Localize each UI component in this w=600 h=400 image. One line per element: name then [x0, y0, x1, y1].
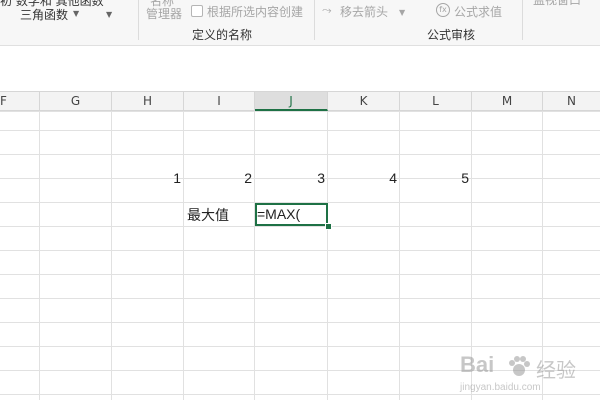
group-separator — [138, 0, 139, 40]
grid-line — [0, 274, 600, 275]
fx-icon: fx — [436, 3, 450, 17]
cell-formula-input[interactable]: =MAX( — [257, 203, 300, 226]
remove-arrows-button[interactable]: 移去箭头 — [340, 3, 388, 20]
group-label-defined-names: 定义的名称 — [192, 28, 253, 42]
cell-j-value[interactable]: 3 — [255, 166, 328, 190]
cell-l-value[interactable]: 5 — [400, 166, 472, 190]
column-header-row: F G H I J K L M N — [0, 91, 600, 111]
ribbon: 初 数学和 其他函数 三角函数 ▼ ▼ 名称 管理器 根据所选内容创建 ⤳ 移去… — [0, 0, 600, 46]
chevron-down-icon: ▼ — [73, 9, 80, 18]
column-header[interactable]: G — [40, 92, 112, 111]
column-header[interactable]: N — [543, 92, 600, 111]
create-from-selection-button[interactable]: 根据所选内容创建 — [207, 3, 303, 20]
trig-functions-button[interactable]: 三角函数 — [20, 6, 68, 23]
grid-line — [0, 298, 600, 299]
cell-h-value[interactable]: 1 — [112, 166, 184, 190]
watch-window-button[interactable]: 监视窗口 — [533, 0, 581, 8]
formula-bar[interactable] — [0, 46, 600, 90]
group-separator — [314, 0, 315, 40]
watermark-jingyan: 经验 — [536, 358, 576, 382]
fill-handle[interactable] — [325, 223, 332, 230]
column-header[interactable]: I — [184, 92, 255, 111]
group-separator — [522, 0, 523, 40]
grid-line — [0, 322, 600, 323]
column-header[interactable]: H — [112, 92, 184, 111]
grid-line — [0, 226, 600, 227]
group-label-formula-auditing: 公式审核 — [427, 28, 476, 42]
column-header[interactable]: M — [472, 92, 543, 111]
paw-icon — [509, 356, 530, 376]
grid-line — [0, 130, 600, 131]
column-header[interactable]: K — [328, 92, 400, 111]
cell-k-value[interactable]: 4 — [328, 166, 400, 190]
grid-line — [0, 154, 600, 155]
column-header-active[interactable]: J — [255, 92, 328, 111]
chevron-down-icon: ▼ — [399, 8, 406, 17]
arrows-icon: ⤳ — [322, 3, 332, 17]
watermark-url: jingyan.baidu.com — [460, 382, 541, 393]
table-icon — [191, 5, 203, 17]
cell-label-max[interactable]: 最大值 — [184, 203, 255, 227]
evaluate-formula-button[interactable]: 公式求值 — [454, 3, 502, 20]
chevron-down-icon: ▼ — [106, 10, 113, 19]
watermark-brand: Bai — [460, 352, 495, 377]
name-manager-button[interactable]: 管理器 — [146, 5, 182, 22]
column-header[interactable]: L — [400, 92, 472, 111]
grid-line — [0, 111, 600, 112]
cell-i-value[interactable]: 2 — [184, 166, 255, 190]
baidu-jingyan-watermark: Bai 经验 jingyan.baidu.com — [458, 352, 598, 396]
column-header[interactable]: F — [0, 92, 40, 111]
grid-line — [0, 250, 600, 251]
grid-line — [0, 346, 600, 347]
